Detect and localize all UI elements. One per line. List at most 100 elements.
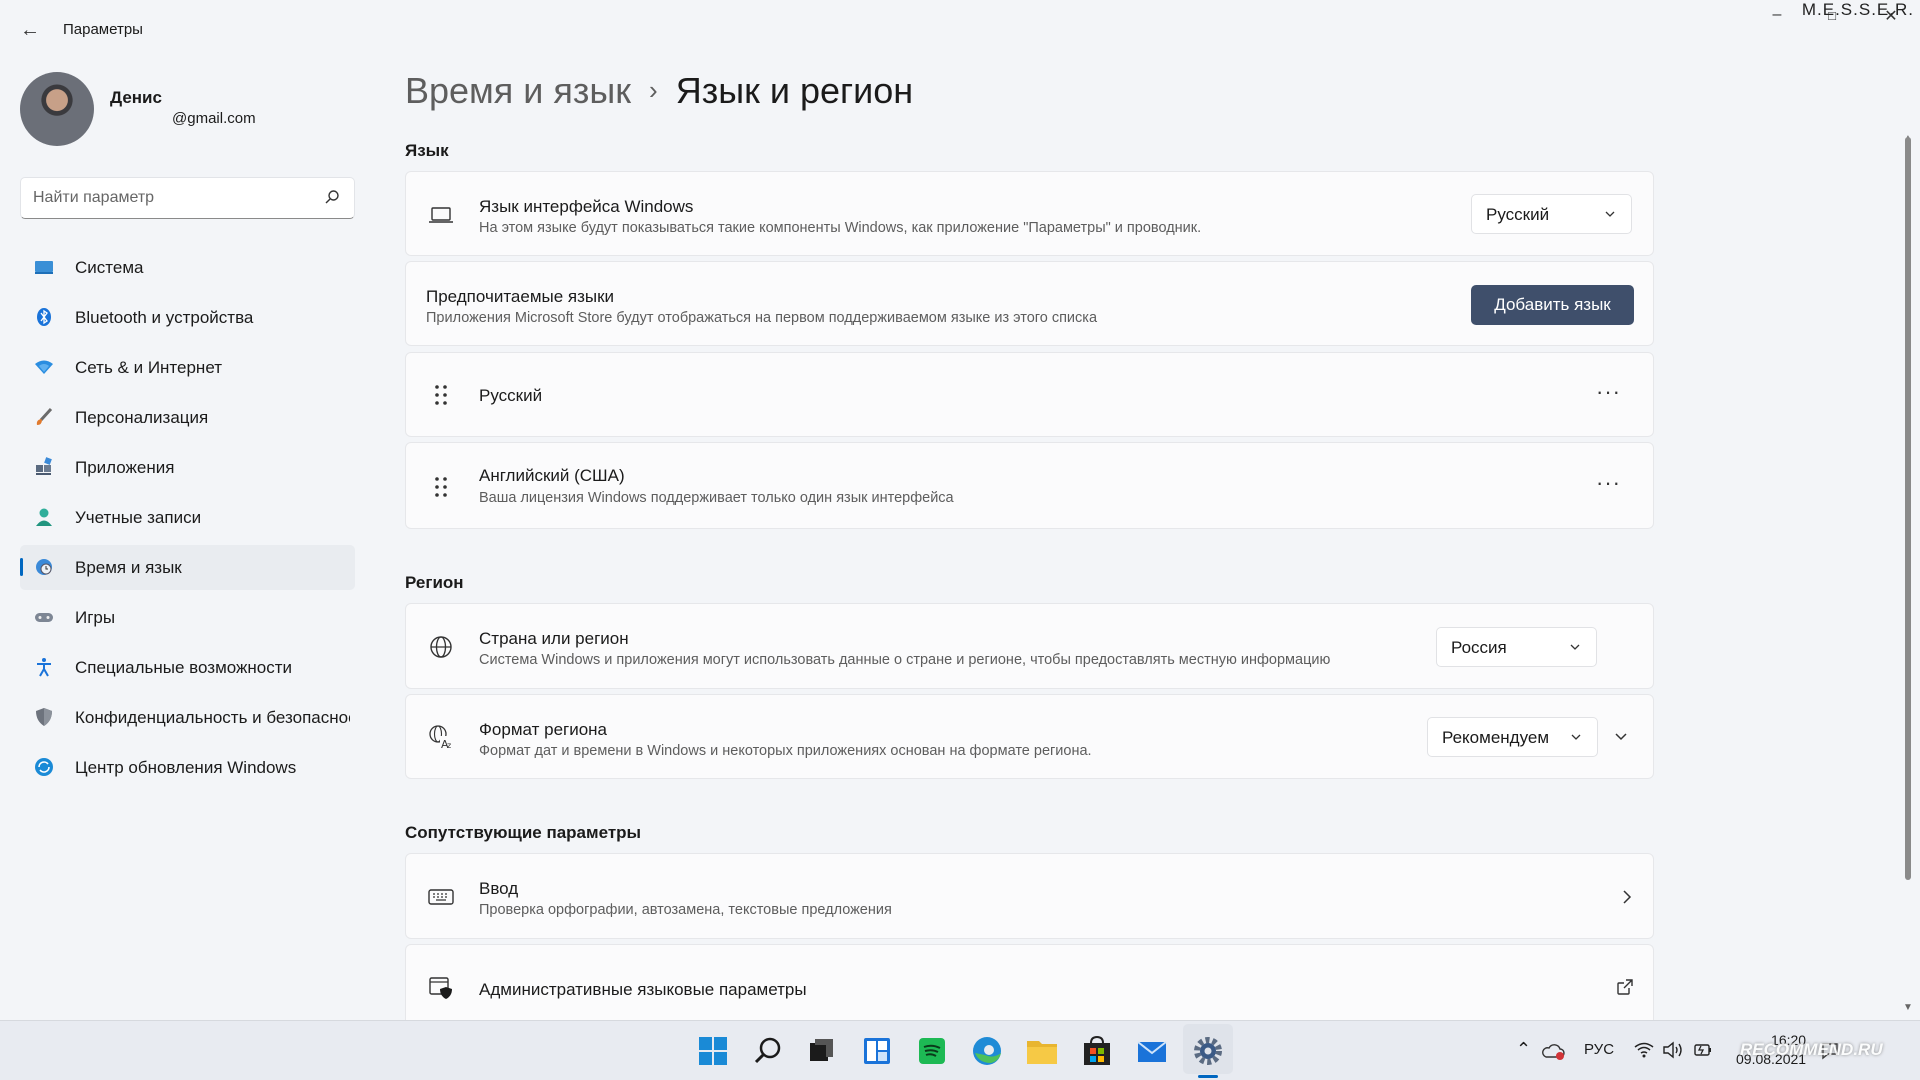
scroll-down-arrow-icon[interactable]: ▼ bbox=[1903, 1002, 1913, 1013]
user-name: Денис bbox=[110, 88, 162, 107]
search-icon[interactable] bbox=[748, 1031, 788, 1071]
apps-icon bbox=[36, 457, 52, 475]
sidebar-item-label: Игры bbox=[75, 608, 116, 627]
card-description: Приложения Microsoft Store будут отображ… bbox=[426, 310, 1098, 326]
scrollbar-thumb[interactable] bbox=[1905, 137, 1911, 880]
taskbar: ⌃ РУС 16:20 09.08.2021 bbox=[0, 1020, 1920, 1080]
file-explorer-icon[interactable] bbox=[1022, 1031, 1062, 1071]
svg-text:z: z bbox=[447, 741, 451, 750]
sidebar-item-time-language[interactable]: Время и язык bbox=[20, 545, 355, 590]
sidebar-item-label: Персонализация bbox=[75, 408, 209, 427]
input-language-indicator[interactable]: РУС bbox=[1584, 1041, 1614, 1058]
sidebar-item-label: Сеть & и Интернет bbox=[75, 358, 222, 377]
sidebar-item-privacy[interactable]: Конфиденциальность и безопасность bbox=[20, 695, 355, 740]
search-box[interactable] bbox=[20, 177, 355, 219]
active-indicator bbox=[20, 558, 23, 576]
language-item-english-us[interactable]: Английский (США) Ваша лицензия Windows п… bbox=[405, 442, 1654, 529]
start-icon[interactable] bbox=[693, 1031, 733, 1071]
language-item-russian[interactable]: Русский ··· bbox=[405, 352, 1654, 437]
admin-shield-window-icon bbox=[429, 977, 452, 999]
spotify-icon[interactable] bbox=[912, 1031, 952, 1071]
admin-language-settings-card[interactable]: Административные языковые параметры bbox=[405, 944, 1654, 1020]
more-options-icon[interactable]: ··· bbox=[1596, 379, 1621, 405]
more-options-icon[interactable]: ··· bbox=[1596, 470, 1621, 496]
card-description: На этом языке будут показываться такие к… bbox=[479, 220, 1202, 236]
breadcrumb-parent[interactable]: Время и язык bbox=[405, 70, 631, 111]
store-icon[interactable] bbox=[1077, 1031, 1117, 1071]
preferred-languages-card: Предпочитаемые языки Приложения Microsof… bbox=[405, 261, 1654, 346]
card-description: Проверка орфографии, автозамена, текстов… bbox=[479, 902, 892, 918]
globe-clock-icon bbox=[36, 559, 52, 575]
country-dropdown[interactable]: Россия bbox=[1436, 627, 1597, 667]
brush-icon bbox=[36, 407, 53, 425]
wifi-icon bbox=[35, 360, 53, 374]
site-watermark: RECOMMEND.RU bbox=[1740, 1040, 1883, 1059]
card-title: Административные языковые параметры bbox=[479, 980, 807, 999]
app-title: Параметры bbox=[63, 21, 143, 38]
chevron-right-icon[interactable] bbox=[1620, 889, 1634, 905]
typing-card[interactable]: Ввод Проверка орфографии, автозамена, те… bbox=[405, 853, 1654, 939]
sidebar-item-gaming[interactable]: Игры bbox=[20, 595, 355, 640]
chevron-down-icon bbox=[1605, 211, 1615, 217]
card-title: Формат региона bbox=[479, 720, 608, 739]
regional-format-card[interactable]: Az Формат региона Формат дат и времени в… bbox=[405, 694, 1654, 779]
search-icon[interactable] bbox=[324, 189, 340, 205]
keyboard-icon bbox=[428, 889, 454, 905]
dropdown-value: Россия bbox=[1451, 638, 1507, 657]
sidebar-item-label: Система bbox=[75, 258, 144, 277]
card-title: Язык интерфейса Windows bbox=[479, 197, 694, 216]
back-arrow-icon[interactable]: ← bbox=[18, 18, 42, 42]
sidebar-item-apps[interactable]: Приложения bbox=[20, 445, 355, 490]
regional-format-dropdown[interactable]: Рекомендуем bbox=[1427, 717, 1598, 757]
external-link-icon[interactable] bbox=[1616, 978, 1634, 996]
widgets-icon[interactable] bbox=[857, 1031, 897, 1071]
sidebar-item-accounts[interactable]: Учетные записи bbox=[20, 495, 355, 540]
gamepad-icon bbox=[35, 613, 53, 622]
section-region-title: Регион bbox=[405, 573, 464, 592]
card-description: Система Windows и приложения могут испол… bbox=[479, 652, 1331, 668]
sidebar-nav: Система Bluetooth и устройства Сеть & и … bbox=[20, 245, 355, 795]
language-name: Русский bbox=[479, 386, 543, 405]
minimize-icon[interactable]: – bbox=[1762, 6, 1792, 24]
expand-chevron-icon[interactable] bbox=[1613, 729, 1629, 745]
search-input[interactable] bbox=[33, 178, 323, 218]
drag-handle-icon[interactable] bbox=[434, 384, 448, 406]
running-indicator bbox=[1198, 1075, 1218, 1078]
shield-icon bbox=[36, 708, 52, 726]
sidebar-item-bluetooth[interactable]: Bluetooth и устройства bbox=[20, 295, 355, 340]
edge-icon[interactable] bbox=[967, 1031, 1007, 1071]
country-region-card: Страна или регион Система Windows и прил… bbox=[405, 603, 1654, 689]
sidebar-item-label: Учетные записи bbox=[75, 508, 202, 527]
language-description: Ваша лицензия Windows поддерживает тольк… bbox=[479, 490, 954, 506]
bluetooth-icon bbox=[37, 308, 51, 326]
breadcrumb-separator: › bbox=[649, 75, 658, 105]
display-language-dropdown[interactable]: Русский bbox=[1471, 194, 1632, 234]
card-description: Формат дат и времени в Windows и некотор… bbox=[479, 743, 1092, 759]
sidebar-item-system[interactable]: Система bbox=[20, 245, 355, 290]
task-view-icon[interactable] bbox=[802, 1031, 842, 1071]
chevron-up-icon[interactable]: ⌃ bbox=[1516, 1039, 1531, 1060]
sidebar-item-network[interactable]: Сеть & и Интернет bbox=[20, 345, 355, 390]
chevron-down-icon bbox=[1570, 644, 1580, 650]
wifi-icon[interactable] bbox=[1634, 1041, 1654, 1059]
mail-icon[interactable] bbox=[1132, 1031, 1172, 1071]
sidebar-item-label: Bluetooth и устройства bbox=[75, 308, 254, 327]
add-language-button[interactable]: Добавить язык bbox=[1471, 285, 1634, 325]
breadcrumb: Время и язык › Язык и регион bbox=[405, 70, 913, 112]
page-title: Язык и регион bbox=[675, 70, 914, 111]
volume-icon[interactable] bbox=[1662, 1041, 1684, 1059]
windows-display-language-card: Язык интерфейса Windows На этом языке бу… bbox=[405, 171, 1654, 256]
drag-handle-icon[interactable] bbox=[434, 476, 448, 498]
person-icon bbox=[36, 508, 52, 526]
onedrive-icon[interactable] bbox=[1542, 1041, 1566, 1061]
battery-plug-icon[interactable] bbox=[1692, 1041, 1714, 1059]
accessibility-icon bbox=[37, 658, 51, 677]
sidebar-item-accessibility[interactable]: Специальные возможности bbox=[20, 645, 355, 690]
language-name: Английский (США) bbox=[479, 466, 625, 485]
sidebar-item-windows-update[interactable]: Центр обновления Windows bbox=[20, 745, 355, 790]
sidebar-item-personalization[interactable]: Персонализация bbox=[20, 395, 355, 440]
laptop-icon bbox=[429, 207, 453, 223]
sidebar-item-label: Центр обновления Windows bbox=[75, 758, 297, 777]
settings-icon[interactable] bbox=[1188, 1031, 1228, 1071]
section-related-title: Сопутствующие параметры bbox=[405, 823, 642, 842]
